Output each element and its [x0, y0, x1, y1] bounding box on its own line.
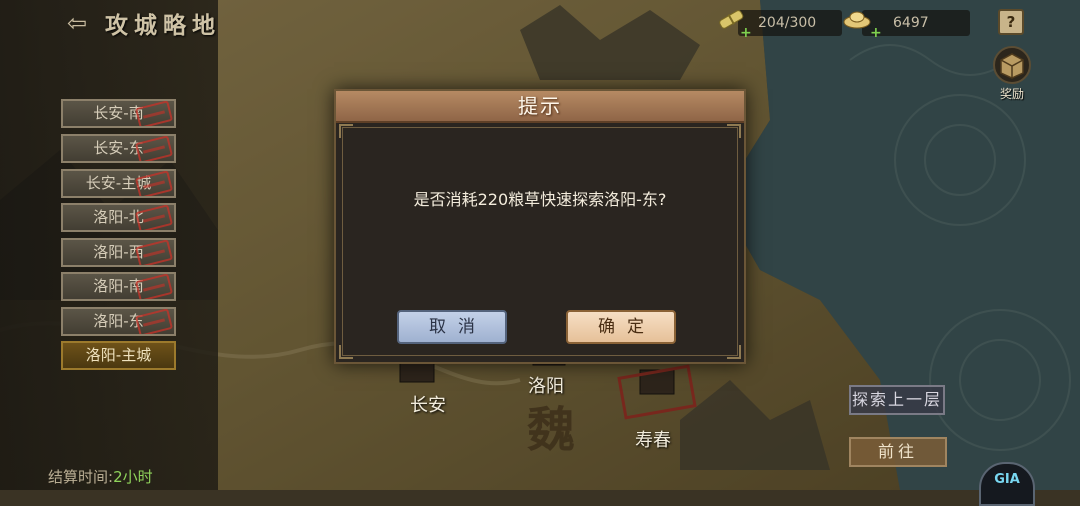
dialog-header: 提示	[336, 91, 744, 123]
reward-button[interactable]: 奖励	[990, 45, 1034, 102]
frame-corner	[727, 124, 741, 138]
frame-corner	[339, 345, 353, 359]
settle-time: 结算时间:2小时	[48, 466, 153, 487]
corner-logo: GIA	[979, 462, 1035, 506]
help-icon[interactable]: ?	[998, 9, 1024, 35]
go-button[interactable]: 前往	[849, 437, 947, 467]
add-food-icon[interactable]: +	[740, 20, 752, 46]
settle-time-value: 2小时	[113, 468, 153, 486]
back-arrow-icon[interactable]: ⇦	[62, 8, 92, 38]
page-title: 攻城略地	[105, 12, 221, 39]
dialog-message: 是否消耗220粮草快速探索洛阳-东?	[413, 190, 667, 209]
explore-up-button[interactable]: 探索上一层	[849, 385, 945, 415]
location-button-luoyang-west[interactable]: 洛阳-西	[61, 238, 176, 267]
gold-resource[interactable]: + 6497	[843, 10, 970, 41]
cancel-button[interactable]: 取消	[397, 310, 507, 344]
corner-logo-text: GIA	[994, 472, 1020, 487]
city-label-shouchun[interactable]: 寿春	[635, 426, 671, 452]
location-button-changan-main[interactable]: 长安-主城	[61, 169, 176, 198]
location-button-luoyang-north[interactable]: 洛阳-北	[61, 203, 176, 232]
settle-time-label: 结算时间:	[48, 468, 114, 486]
location-button-changan-east[interactable]: 长安-东	[61, 134, 176, 163]
food-value: 204/300	[758, 15, 817, 31]
location-button-changan-south[interactable]: 长安-南	[61, 99, 176, 128]
dialog-title: 提示	[518, 94, 562, 118]
location-button-luoyang-east[interactable]: 洛阳-东	[61, 307, 176, 336]
gold-ingot-icon	[843, 11, 871, 29]
confirm-dialog: 提示 是否消耗220粮草快速探索洛阳-东? 取消 确定	[334, 89, 746, 364]
confirm-button[interactable]: 确定	[566, 310, 676, 344]
treasure-box-icon	[993, 46, 1031, 84]
food-resource[interactable]: + 204/300	[719, 10, 842, 41]
city-label-changan[interactable]: 长安	[410, 391, 446, 417]
frame-corner	[339, 124, 353, 138]
location-button-luoyang-south[interactable]: 洛阳-南	[61, 272, 176, 301]
location-label: 洛阳-主城	[85, 346, 152, 364]
gold-value: 6497	[893, 15, 929, 31]
kingdom-label: 魏	[527, 402, 576, 458]
reward-label: 奖励	[999, 87, 1024, 101]
frame-corner	[727, 345, 741, 359]
add-gold-icon[interactable]: +	[870, 20, 882, 46]
location-button-luoyang-main[interactable]: 洛阳-主城	[61, 341, 176, 370]
